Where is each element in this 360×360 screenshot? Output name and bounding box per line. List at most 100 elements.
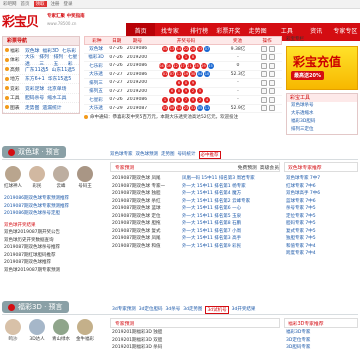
sidebar-link[interactable]: 竞彩足球 [25,85,44,92]
right-title[interactable]: 双色球专家推荐 [288,164,322,171]
chart-icon[interactable] [261,71,267,78]
list-item[interactable]: 独胆专家 7中5 [286,235,358,243]
topbar-item[interactable]: 彩吧网 [3,1,17,7]
lottery-name[interactable]: 大乐透 [84,105,108,111]
sidebar-link[interactable]: 七星彩 [68,53,79,67]
sidebar-link[interactable]: 广东11选5 [25,66,49,73]
mid-tab[interactable]: 高级会员 [260,164,279,171]
recharge-banner[interactable]: 彩宝充值 最高送20% [286,46,358,90]
list-item[interactable]: 3D胆码专家 [286,344,358,352]
mid-tab[interactable]: 免费预测 [238,164,257,171]
topbar-item[interactable]: 注册 [51,1,60,7]
expert[interactable]: 青山绿水 [52,319,70,342]
sidebar-link[interactable]: 走势图 [25,104,39,111]
right-title[interactable]: 福彩3D专家推荐 [288,320,324,327]
sidebar-link[interactable]: 缩水工具 [47,94,66,101]
sidebar-link[interactable]: 北京单场 [47,85,66,92]
topbar-ad[interactable]: 领取 [33,1,47,7]
list-item[interactable]: 2019087期双色球 胆拖 [112,220,182,228]
list-item[interactable]: 2019087期双色球 独胆 [112,190,182,198]
list-item[interactable]: 2019086期双色球专家预测推荐 [4,195,106,203]
list-item[interactable]: 福彩3D专家 [286,329,358,337]
tab[interactable]: 3d开奖结果 [232,306,256,314]
notice-text[interactable]: 命中通知：恭喜彩友中奖5百万元，本期大乐透奖池高达52亿元，欢迎投注 [90,114,238,120]
rc-link[interactable]: 提交 [349,36,358,44]
list-item[interactable]: 定位专家 7中5 [286,213,358,221]
chart-icon[interactable] [261,45,267,52]
sidebar-link[interactable]: 山东11选5 [52,66,76,73]
chart-icon[interactable] [261,62,267,69]
list-item[interactable]: 红球专家 7中6 [286,183,358,191]
tab[interactable]: 号码统计 [178,151,196,159]
tab[interactable]: 走势图 [161,151,175,159]
list-item[interactable]: 2019087期双色球 专家一 [112,183,182,191]
list-item[interactable]: 双色球开奖结果 [4,222,106,230]
expert[interactable]: 彩民 [28,166,46,189]
lottery-name[interactable]: 福彩3D [84,54,108,60]
list-item[interactable]: 2019201期福彩3D 双胆 [112,337,278,345]
list-item[interactable]: 蓝球专家 7中6 [286,198,358,206]
mid-title[interactable]: 专家预测 [115,164,134,171]
detail-icon[interactable] [269,96,275,103]
list-item[interactable]: 2019087期双色球 凤尾 [112,235,182,243]
list-item[interactable]: 外一大 15中11 排名第6 一心 [182,205,280,213]
mid-title[interactable]: 专家预测 [115,320,134,327]
sidebar-link[interactable]: 排列三 [39,53,50,67]
tab[interactable]: 3d定位胆码 [139,306,163,314]
topbar-item[interactable]: 登录 [64,1,73,7]
sidebar-link[interactable]: 排列五 [54,53,65,67]
list-item[interactable]: 2019087期双色球 定位 [112,213,182,221]
chart-icon[interactable] [261,79,267,86]
topbar-item[interactable]: 首页 [21,1,30,7]
chart-icon[interactable] [261,96,267,103]
list-item[interactable]: 2019087期双色球 杀红 [112,198,182,206]
sidebar-link[interactable]: 大乐透 [25,53,36,67]
sidebar-link[interactable]: 东方6+1 [25,75,45,82]
tab[interactable]: 双色球专家 [110,151,133,159]
list-item[interactable]: 双色球2019087期专家预测 [4,267,106,275]
list-item[interactable]: 外一大 15中11 排名第1 杨专家 [182,183,280,191]
list-item[interactable]: 和值专家 7中4 [286,243,358,251]
list-item[interactable]: 外一大 15中11 排名第3 高手 [182,235,280,243]
lottery-name[interactable]: 七乐彩 [84,63,108,69]
list-item[interactable]: 2019087期双色球 凤尾 [112,175,182,183]
lottery-name[interactable]: 排列五 [84,88,108,94]
expert[interactable]: 金牛福彩 [76,319,94,342]
list-item[interactable]: 2019087期双色球杀号推荐 [4,244,106,252]
detail-icon[interactable] [269,54,275,61]
list-item[interactable]: 2019086期双色球杀号定胆 [4,210,106,218]
lottery-name[interactable]: 大乐透 [84,71,108,77]
list-item[interactable]: 双色球2019087期开奖公告 [4,229,106,237]
list-item[interactable]: 外一大 15中11 排名第7 小周 [182,228,280,236]
expert[interactable]: 3D达人 [28,319,46,342]
sidebar-link[interactable]: 遗漏统计 [42,104,61,111]
list-item[interactable]: 外一大 15中11 排名第8 石鹏 [182,220,280,228]
list-item[interactable]: 2019201期福彩3D 独胆 [112,329,278,337]
list-item[interactable]: 双色球历史开奖数据查询 [4,237,106,245]
tab[interactable]: 3d专家预测 [112,306,136,314]
tool-link[interactable]: 排列三定位 [291,126,314,134]
detail-icon[interactable] [269,105,275,112]
tool-link[interactable]: 福彩3D胆码 [291,118,315,126]
detail-icon[interactable] [269,71,275,78]
list-item[interactable]: 外一大 15中11 排名第5 玉泉 [182,213,280,221]
expert[interactable]: 云峰 [52,166,70,189]
list-item[interactable]: 双色球高手 7中6 [286,190,358,198]
lottery-name[interactable]: 双色球 [84,46,108,52]
detail-icon[interactable] [269,62,275,69]
list-item[interactable]: 双色球专家 7中7 [286,175,358,183]
list-item[interactable]: 跨度专家 7中4 [286,250,358,258]
detail-icon[interactable] [269,79,275,86]
chart-icon[interactable] [261,54,267,61]
list-item[interactable]: 2019087期双色球推荐 [4,259,106,267]
list-item[interactable]: 2019201期福彩3D 杀码 [112,344,278,352]
lottery-name[interactable]: 排列三 [84,80,108,86]
list-item[interactable]: 2019087期双色球 蓝球 [112,205,182,213]
tab[interactable]: 3d走势图 [183,306,202,314]
expert[interactable]: 鸣沙 [4,319,22,342]
tab[interactable]: 3d杀号 [165,306,180,314]
expert[interactable]: 红球神人 [4,166,22,189]
section-title[interactable]: 双色球 · 预言 [2,146,66,158]
chart-icon[interactable] [261,105,267,112]
list-item[interactable]: 2019087期双色球 和值 [112,243,182,251]
